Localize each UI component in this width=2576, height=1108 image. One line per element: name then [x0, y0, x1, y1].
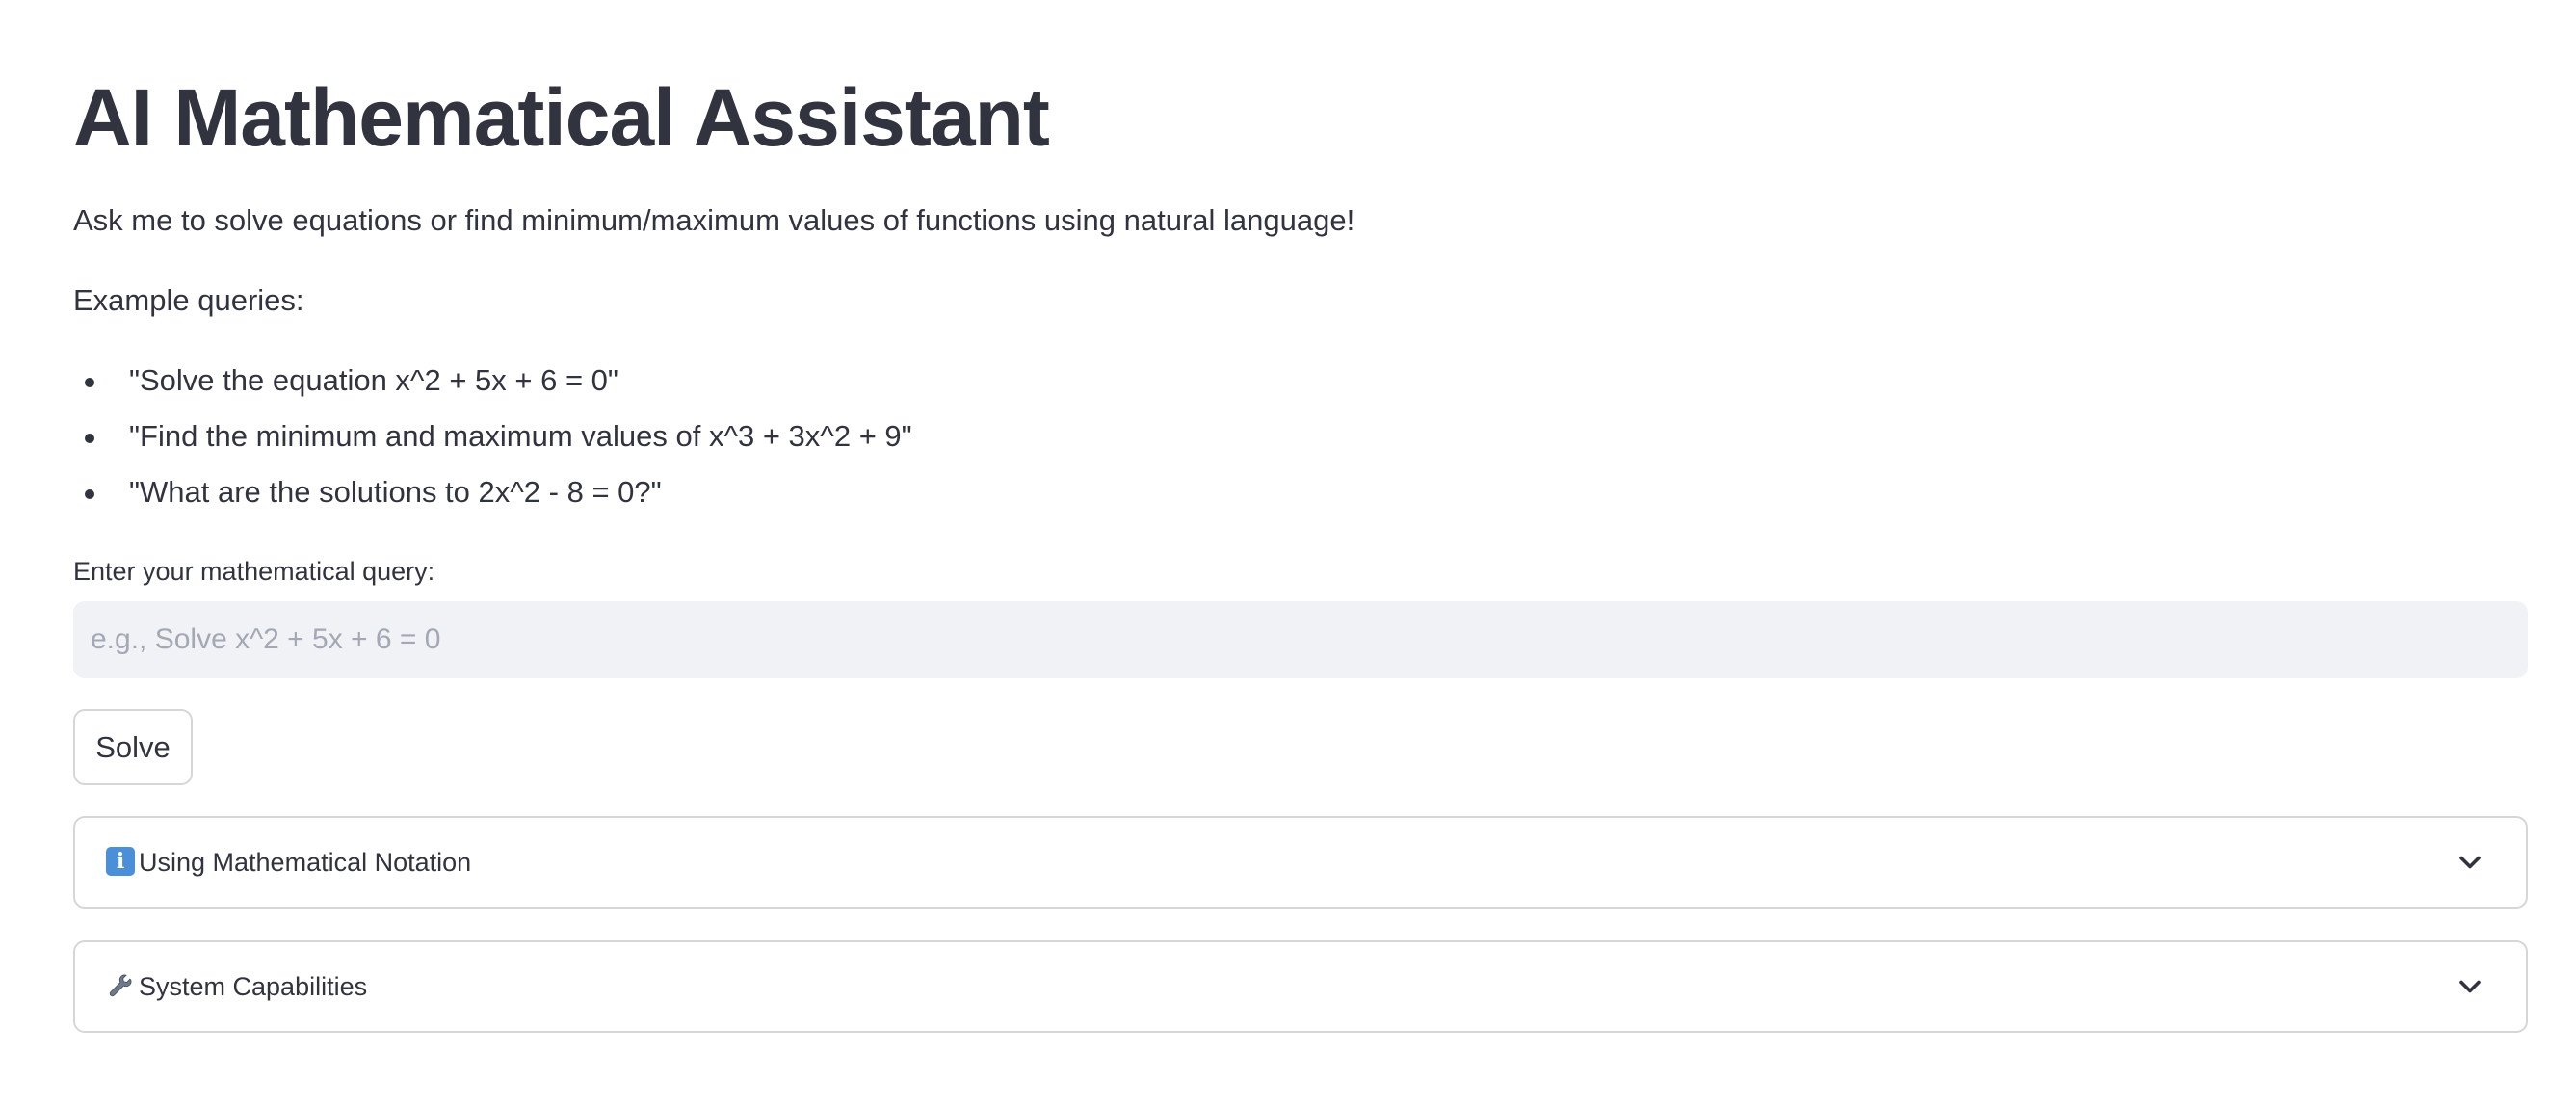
bullet-icon: [85, 434, 94, 443]
expander-mathematical-notation[interactable]: i Using Mathematical Notation: [73, 816, 2528, 909]
examples-label: Example queries:: [73, 283, 304, 317]
example-queries-list: "Solve the equation x^2 + 5x + 6 = 0" "F…: [73, 358, 912, 526]
page-title: AI Mathematical Assistant: [73, 72, 1050, 163]
intro-text: Ask me to solve equations or find minimu…: [73, 203, 1355, 237]
chevron-down-icon[interactable]: [2453, 845, 2487, 880]
expander-system-capabilities[interactable]: System Capabilities: [73, 940, 2528, 1033]
bullet-icon: [85, 378, 94, 387]
example-query-item: "Find the minimum and maximum values of …: [73, 414, 912, 470]
example-query-text: "Find the minimum and maximum values of …: [129, 419, 912, 453]
example-query-item: "Solve the equation x^2 + 5x + 6 = 0": [73, 358, 912, 414]
chevron-down-icon[interactable]: [2453, 969, 2487, 1004]
example-query-text: "Solve the equation x^2 + 5x + 6 = 0": [129, 363, 618, 397]
expander-label: System Capabilities: [139, 972, 368, 1001]
query-input-label: Enter your mathematical query:: [73, 557, 435, 586]
bullet-icon: [85, 489, 94, 499]
example-query-item: "What are the solutions to 2x^2 - 8 = 0?…: [73, 470, 912, 526]
wrench-icon: [106, 971, 135, 1000]
info-icon: i: [106, 847, 135, 876]
solve-button[interactable]: Solve: [73, 709, 193, 785]
example-query-text: "What are the solutions to 2x^2 - 8 = 0?…: [129, 475, 662, 509]
expander-label: Using Mathematical Notation: [139, 848, 472, 877]
query-input-container[interactable]: [73, 601, 2528, 678]
query-input[interactable]: [73, 601, 2528, 678]
